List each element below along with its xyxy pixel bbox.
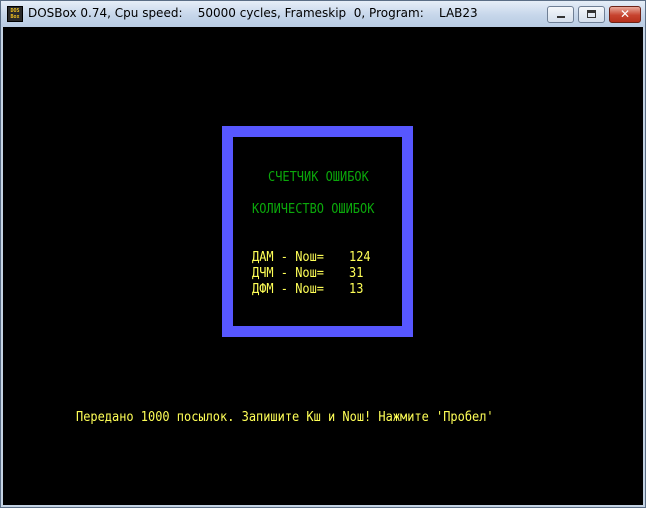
dosbox-window: DOS Box DOSBox 0.74, Cpu speed: 50000 cy… bbox=[0, 0, 646, 508]
minimize-button[interactable] bbox=[547, 6, 574, 23]
maximize-button[interactable] bbox=[578, 6, 605, 23]
dos-screen[interactable]: СЧЕТЧИК ОШИБОК КОЛИЧЕСТВО ОШИБОК ДАМ - N… bbox=[3, 27, 643, 505]
title-bar[interactable]: DOS Box DOSBox 0.74, Cpu speed: 50000 cy… bbox=[1, 1, 645, 27]
window-title: DOSBox 0.74, Cpu speed: 50000 cycles, Fr… bbox=[28, 6, 478, 20]
row-label-dchm: ДЧМ - Nош= bbox=[252, 266, 325, 281]
close-button[interactable]: ✕ bbox=[609, 6, 641, 23]
dosbox-app-icon[interactable]: DOS Box bbox=[7, 6, 23, 22]
close-icon: ✕ bbox=[619, 7, 631, 21]
box-title: СЧЕТЧИК ОШИБОК bbox=[268, 170, 369, 185]
status-message: Передано 1000 посылок. Запишите Кш и Nош… bbox=[76, 410, 494, 425]
row-label-dam: ДАМ - Nош= bbox=[252, 250, 325, 265]
minimize-icon bbox=[557, 16, 565, 18]
maximize-icon bbox=[587, 10, 596, 18]
box-subtitle: КОЛИЧЕСТВО ОШИБОК bbox=[252, 202, 375, 217]
row-value-dfm: 13 bbox=[349, 282, 364, 297]
row-label-dfm: ДФМ - Nош= bbox=[252, 282, 325, 297]
row-value-dam: 124 bbox=[349, 250, 371, 265]
row-value-dchm: 31 bbox=[349, 266, 364, 281]
error-counter-frame bbox=[222, 126, 413, 337]
